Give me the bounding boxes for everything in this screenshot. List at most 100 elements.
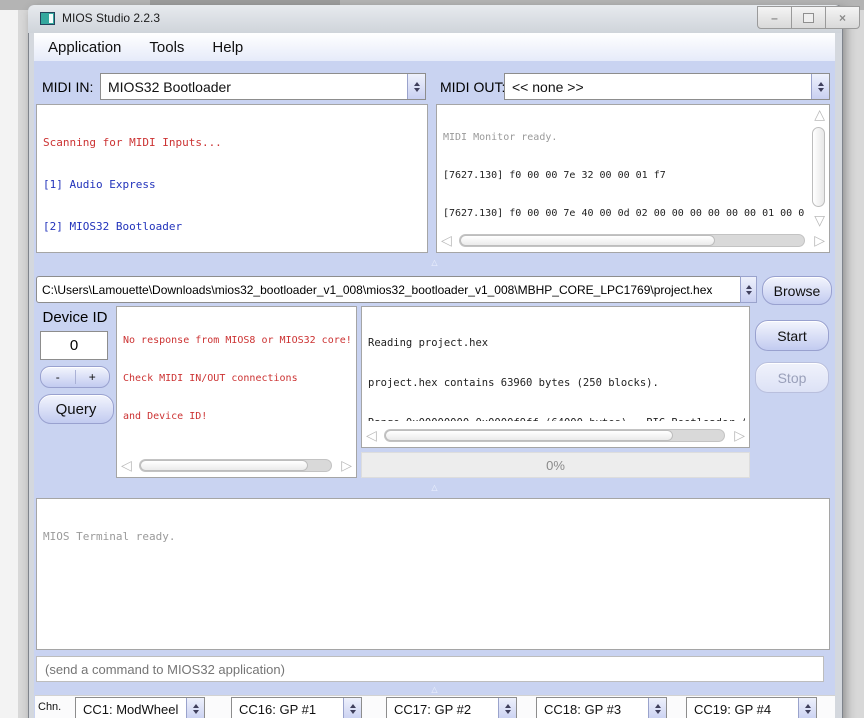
- window-title: MIOS Studio 2.2.3: [62, 11, 160, 25]
- log-line: project.hex contains 63960 bytes (250 bl…: [368, 375, 745, 391]
- cc-spinner[interactable]: [343, 698, 361, 718]
- cc-spinner[interactable]: [648, 698, 666, 718]
- spinner-up-icon: [505, 704, 511, 708]
- midi-in-spinner[interactable]: [407, 74, 425, 99]
- cc-selected: CC17: GP #2: [387, 702, 498, 717]
- cc-spinner[interactable]: [798, 698, 816, 718]
- cc-selected: CC18: GP #3: [537, 702, 648, 717]
- device-status-panel: No response from MIOS8 or MIOS32 core! C…: [116, 306, 357, 478]
- device-status-log: No response from MIOS8 or MIOS32 core! C…: [123, 311, 352, 451]
- file-path-spinner[interactable]: [740, 276, 757, 303]
- stop-button[interactable]: Stop: [755, 362, 829, 393]
- close-icon: ×: [839, 11, 846, 25]
- scroll-right-icon[interactable]: ▷: [341, 459, 352, 473]
- spinner-down-icon: [505, 710, 511, 714]
- upload-log-panel: Reading project.hex project.hex contains…: [361, 306, 750, 448]
- cc-select-5[interactable]: CC19: GP #4: [686, 697, 817, 718]
- midi-out-spinner[interactable]: [811, 74, 829, 99]
- log-line: MIDI Monitor ready.: [443, 130, 807, 146]
- scroll-left-icon[interactable]: ◁: [121, 459, 132, 473]
- window-controls: – ×: [758, 6, 860, 29]
- start-button[interactable]: Start: [755, 320, 829, 351]
- midi-in-select[interactable]: MIOS32 Bootloader: [100, 73, 426, 100]
- upload-progress-bar: 0%: [361, 452, 750, 478]
- scrollbar-track[interactable]: [459, 234, 805, 247]
- cc-select-3[interactable]: CC17: GP #2: [386, 697, 517, 718]
- device-id-input[interactable]: [40, 331, 108, 360]
- scroll-left-icon[interactable]: ◁: [441, 234, 452, 248]
- cc-selected: CC19: GP #4: [687, 702, 798, 717]
- cc-select-1[interactable]: CC1: ModWheel: [75, 697, 205, 718]
- horizontal-scrollbar[interactable]: ◁ ▷: [439, 232, 827, 250]
- spinner-down-icon: [414, 88, 420, 92]
- device-id-stepper: - +: [40, 366, 110, 388]
- spinner-down-icon: [746, 291, 752, 295]
- maximize-button[interactable]: [791, 6, 826, 29]
- minimize-icon: –: [771, 11, 778, 25]
- splitter-grip-icon: △: [431, 484, 437, 492]
- spinner-up-icon: [746, 285, 752, 289]
- cc-selected: CC16: GP #1: [232, 702, 343, 717]
- cc-spinner[interactable]: [186, 698, 204, 718]
- spinner-up-icon: [414, 82, 420, 86]
- device-id-minus-button[interactable]: -: [41, 370, 76, 384]
- splitter[interactable]: △: [34, 255, 835, 271]
- query-button[interactable]: Query: [38, 394, 114, 424]
- cc-select-2[interactable]: CC16: GP #1: [231, 697, 362, 718]
- screen: MIOS Studio 2.2.3 – × Application Tools …: [0, 0, 864, 718]
- desktop-left-strip: [0, 10, 18, 718]
- cc-select-4[interactable]: CC18: GP #3: [536, 697, 667, 718]
- cc-selected: CC1: ModWheel: [76, 702, 186, 717]
- device-id-plus-button[interactable]: +: [76, 370, 110, 384]
- scroll-up-icon[interactable]: △: [814, 108, 825, 122]
- horizontal-scrollbar[interactable]: ◁ ▷: [119, 457, 354, 475]
- scrollbar-track[interactable]: [384, 429, 725, 442]
- log-line: [7627.130] f0 00 00 7e 32 00 00 01 f7: [443, 168, 807, 184]
- spinner-up-icon: [818, 82, 824, 86]
- scroll-right-icon[interactable]: ▷: [734, 429, 745, 443]
- terminal-log: MIOS Terminal ready.: [43, 503, 825, 645]
- spinner-down-icon: [193, 710, 199, 714]
- scrollbar-thumb[interactable]: [140, 460, 308, 471]
- vertical-scrollbar-thumb[interactable]: [812, 127, 825, 207]
- scroll-down-icon[interactable]: ▽: [814, 214, 825, 228]
- log-line: MIOS Terminal ready.: [43, 529, 825, 545]
- app-icon: [40, 12, 55, 25]
- spinner-down-icon: [818, 88, 824, 92]
- splitter[interactable]: △: [34, 480, 835, 496]
- scrollbar-thumb[interactable]: [385, 430, 673, 441]
- log-line: [1] Audio Express: [43, 177, 423, 193]
- midi-out-log: MIDI Monitor ready. [7627.130] f0 00 00 …: [443, 108, 807, 230]
- scroll-right-icon[interactable]: ▷: [814, 234, 825, 248]
- menu-tools[interactable]: Tools: [135, 39, 198, 56]
- minimize-button[interactable]: –: [757, 6, 792, 29]
- close-button[interactable]: ×: [825, 6, 860, 29]
- log-line: [2] MIOS32 Bootloader: [43, 219, 423, 235]
- log-line: Check MIDI IN/OUT connections: [123, 371, 352, 387]
- spinner-down-icon: [350, 710, 356, 714]
- menu-application[interactable]: Application: [34, 39, 135, 56]
- log-line: Reading project.hex: [368, 335, 745, 351]
- mios-terminal-panel: MIOS Terminal ready.: [36, 498, 830, 650]
- spinner-down-icon: [655, 710, 661, 714]
- midi-out-monitor: MIDI Monitor ready. [7627.130] f0 00 00 …: [436, 104, 830, 253]
- midi-out-label: MIDI OUT:: [440, 79, 505, 95]
- log-line: No response from MIOS8 or MIOS32 core!: [123, 333, 352, 349]
- scrollbar-thumb[interactable]: [460, 235, 715, 246]
- scroll-left-icon[interactable]: ◁: [366, 429, 377, 443]
- splitter-grip-icon: △: [431, 259, 437, 267]
- cc-spinner[interactable]: [498, 698, 516, 718]
- menu-help[interactable]: Help: [198, 39, 257, 56]
- midi-in-selected: MIOS32 Bootloader: [101, 79, 407, 95]
- terminal-command-input[interactable]: [36, 656, 824, 682]
- log-line: [7627.130] f0 00 00 7e 40 00 0d 02 00 00…: [443, 206, 807, 222]
- spinner-up-icon: [193, 704, 199, 708]
- scrollbar-track[interactable]: [139, 459, 332, 472]
- hex-file-path-input[interactable]: [36, 276, 741, 303]
- horizontal-scrollbar[interactable]: ◁ ▷: [364, 427, 747, 445]
- device-id-label: Device ID: [40, 309, 110, 326]
- splitter-grip-icon: △: [431, 686, 437, 694]
- browse-button[interactable]: Browse: [762, 276, 832, 305]
- midi-out-select[interactable]: << none >>: [504, 73, 830, 100]
- spinner-down-icon: [805, 710, 811, 714]
